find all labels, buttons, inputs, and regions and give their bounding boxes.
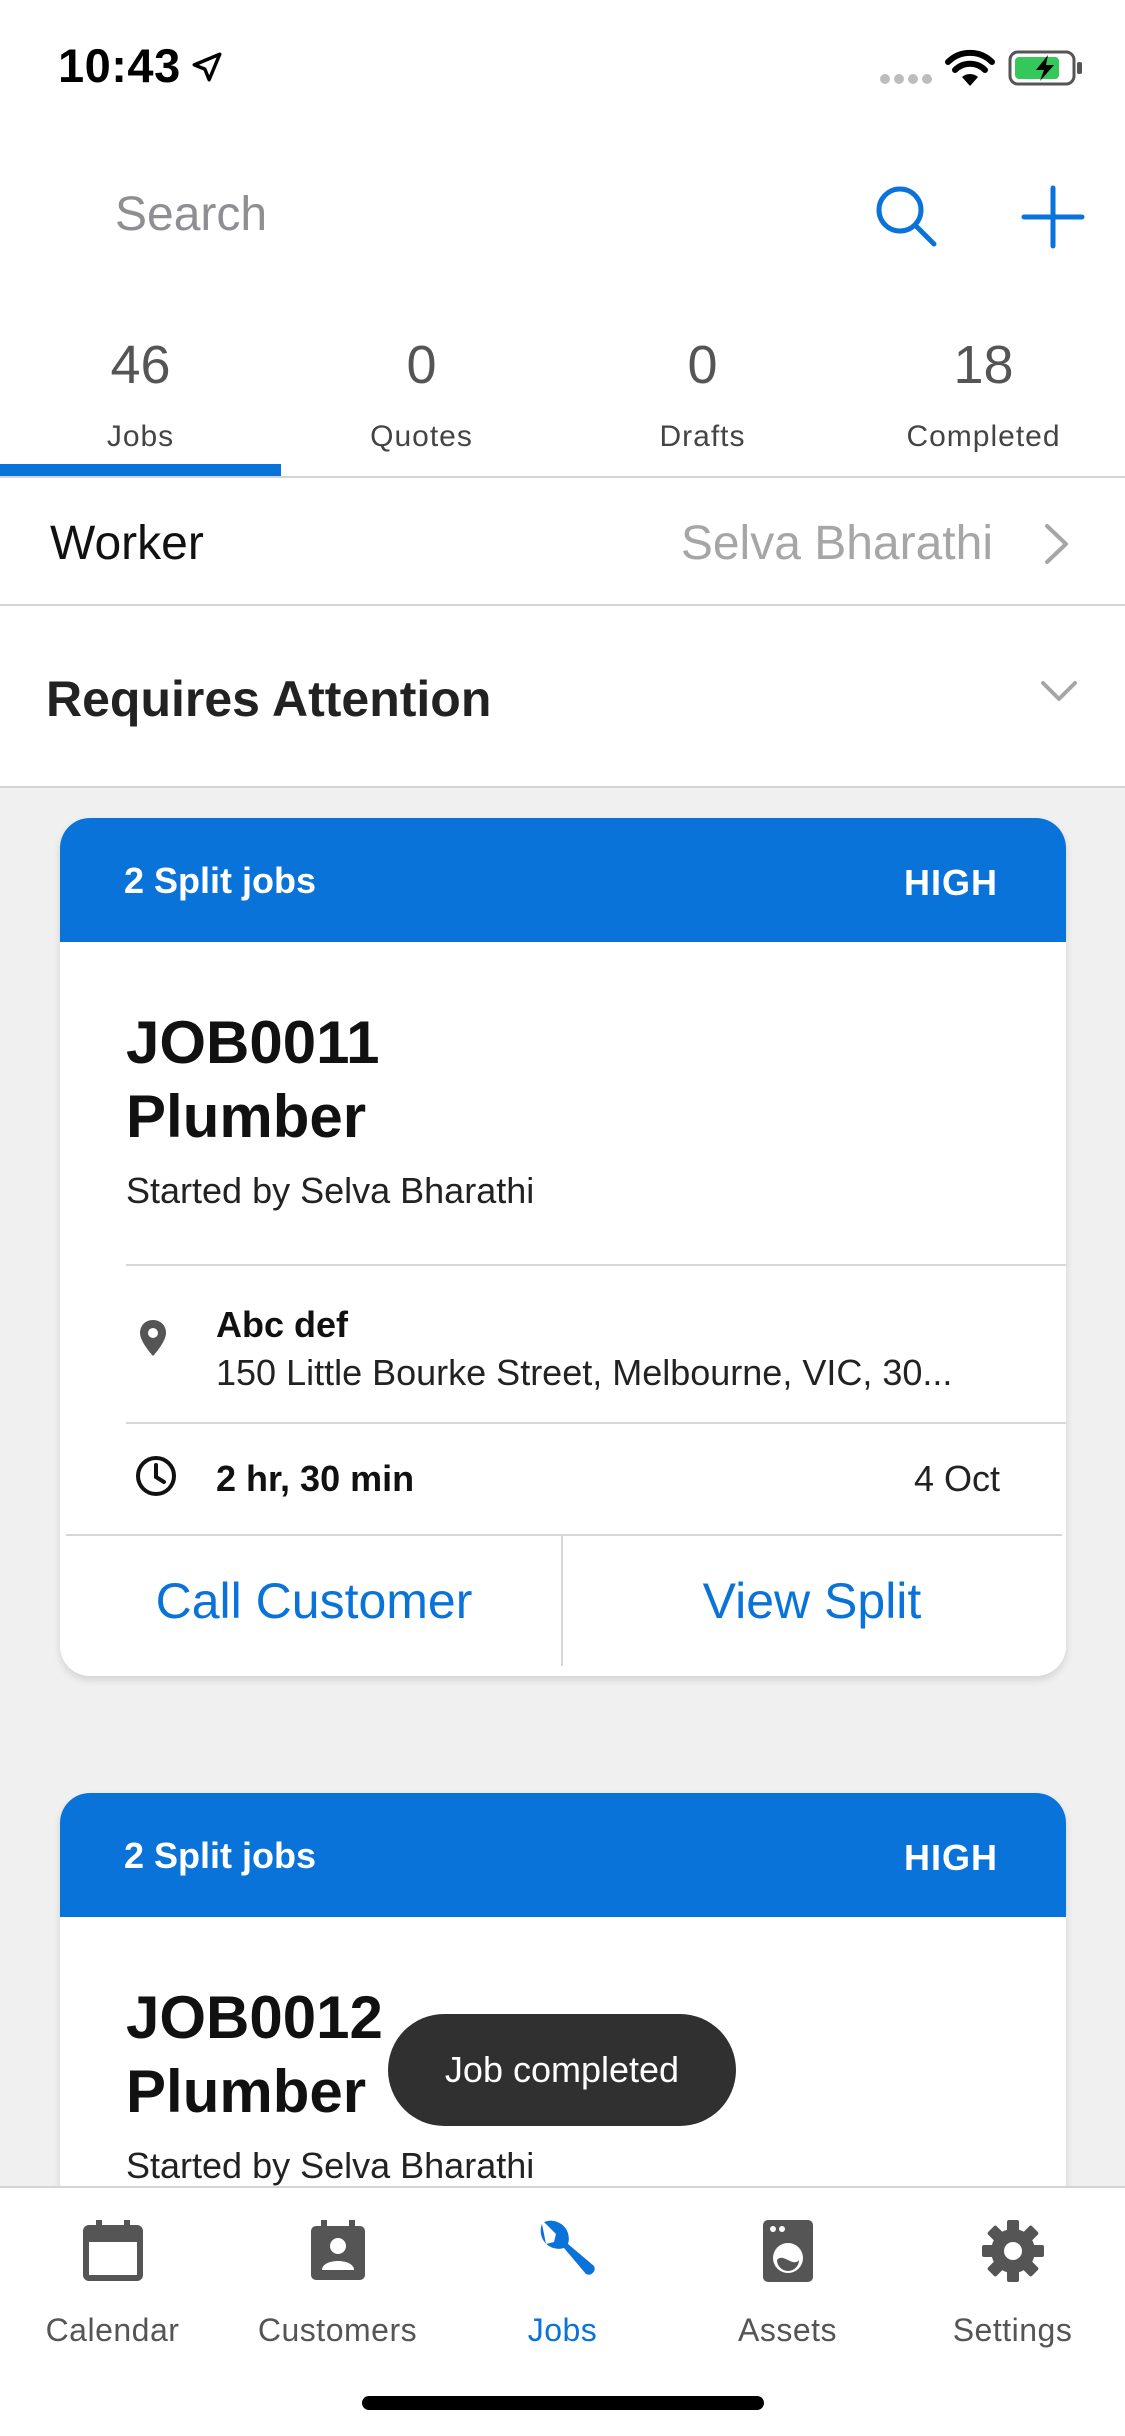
worker-value: Selva Bharathi — [680, 517, 993, 570]
job-title: JOB0012 Plumber — [126, 1981, 383, 2129]
worker-selector[interactable]: Worker Selva Bharathi — [0, 478, 1125, 606]
search-header — [0, 140, 1125, 300]
tab-label: Quotes — [370, 420, 473, 453]
customers-icon — [311, 2220, 365, 2280]
divider — [126, 1422, 1066, 1424]
calendar-icon — [83, 2220, 143, 2281]
customer-address: 150 Little Bourke Street, Melbourne, VIC… — [216, 1352, 953, 1393]
priority-badge: HIGH — [904, 862, 998, 903]
job-type: Plumber — [126, 2058, 367, 2125]
tab-label: Jobs — [106, 420, 175, 453]
status-bar: 10:43 — [0, 0, 1125, 140]
job-type: Plumber — [126, 1083, 367, 1150]
job-number: JOB0012 — [126, 1984, 383, 2051]
started-by-text: Started by Selva Bharathi — [126, 1170, 535, 1211]
search-icon[interactable] — [872, 182, 942, 252]
worker-label: Worker — [50, 517, 204, 570]
started-by-text: Started by Selva Bharathi — [126, 2145, 535, 2186]
job-title: JOB0011 Plumber — [126, 1006, 380, 1154]
status-time: 10:43 — [58, 39, 181, 92]
section-title: Requires Attention — [46, 671, 492, 727]
chevron-down-icon — [1041, 681, 1077, 701]
tab-count: 46 — [110, 335, 171, 395]
add-icon[interactable] — [1018, 182, 1088, 252]
tab-drafts[interactable]: 0 Drafts — [562, 300, 843, 476]
card-header: 2 Split jobs HIGH — [60, 1793, 1066, 1917]
job-date: 4 Oct — [913, 1458, 1000, 1499]
tab-label: Drafts — [659, 420, 746, 453]
divider — [561, 1536, 563, 1666]
nav-customers[interactable]: Customers — [225, 2188, 450, 2358]
job-card-stack: 2 Split jobs HIGH JOB0011 Plumber Starte… — [60, 818, 1066, 1708]
gear-icon — [982, 2220, 1044, 2282]
nav-calendar[interactable]: Calendar — [0, 2188, 225, 2358]
nav-settings[interactable]: Settings — [900, 2188, 1125, 2358]
customer-name: Abc def — [216, 1304, 349, 1345]
job-number: JOB0011 — [126, 1009, 380, 1076]
priority-badge: HIGH — [904, 1837, 998, 1878]
location-pin-icon — [140, 1320, 166, 1356]
tab-label: Completed — [906, 420, 1061, 453]
tab-count: 0 — [406, 335, 437, 395]
nav-label: Settings — [952, 2312, 1073, 2348]
chevron-right-icon — [1045, 524, 1068, 564]
home-indicator — [362, 2396, 764, 2410]
divider — [126, 1264, 1066, 1266]
nav-assets[interactable]: Assets — [675, 2188, 900, 2358]
active-tab-indicator — [0, 464, 281, 476]
requires-attention-section[interactable]: Requires Attention — [0, 606, 1125, 788]
tab-jobs[interactable]: 46 Jobs — [0, 300, 281, 476]
nav-label: Calendar — [45, 2312, 180, 2348]
washing-machine-icon — [763, 2220, 813, 2282]
wrench-icon — [540, 2220, 595, 2275]
job-card-stack: 2 Split jobs HIGH JOB0012 Plumber Starte… — [60, 1793, 1066, 2213]
job-card[interactable]: 2 Split jobs HIGH JOB0012 Plumber Starte… — [60, 1793, 1066, 2213]
card-actions: Call Customer View Split — [60, 1536, 1066, 1666]
location-arrow-icon — [192, 52, 222, 82]
nav-jobs[interactable]: Jobs — [450, 2188, 675, 2358]
card-header: 2 Split jobs HIGH — [60, 818, 1066, 942]
nav-label: Customers — [257, 2312, 418, 2348]
nav-label: Jobs — [527, 2312, 598, 2348]
search-input[interactable] — [115, 174, 735, 254]
tab-quotes[interactable]: 0 Quotes — [281, 300, 562, 476]
split-jobs-label: 2 Split jobs — [124, 860, 317, 901]
job-tabs: 46 Jobs 0 Quotes 0 Drafts 18 Completed — [0, 300, 1125, 478]
job-duration: 2 hr, 30 min — [216, 1458, 415, 1499]
tab-count: 18 — [953, 335, 1014, 395]
job-card[interactable]: 2 Split jobs HIGH JOB0011 Plumber Starte… — [60, 818, 1066, 1676]
view-split-button[interactable]: View Split — [564, 1536, 1060, 1666]
battery-charging-icon — [1008, 50, 1082, 86]
call-customer-button[interactable]: Call Customer — [66, 1536, 562, 1666]
nav-label: Assets — [737, 2312, 838, 2348]
tab-completed[interactable]: 18 Completed — [843, 300, 1124, 476]
toast-message: Job completed — [388, 2014, 736, 2126]
split-jobs-label: 2 Split jobs — [124, 1835, 317, 1876]
tab-count: 0 — [687, 335, 718, 395]
cellular-signal-icon — [880, 74, 932, 84]
clock-icon — [136, 1456, 176, 1496]
wifi-icon — [945, 49, 995, 86]
